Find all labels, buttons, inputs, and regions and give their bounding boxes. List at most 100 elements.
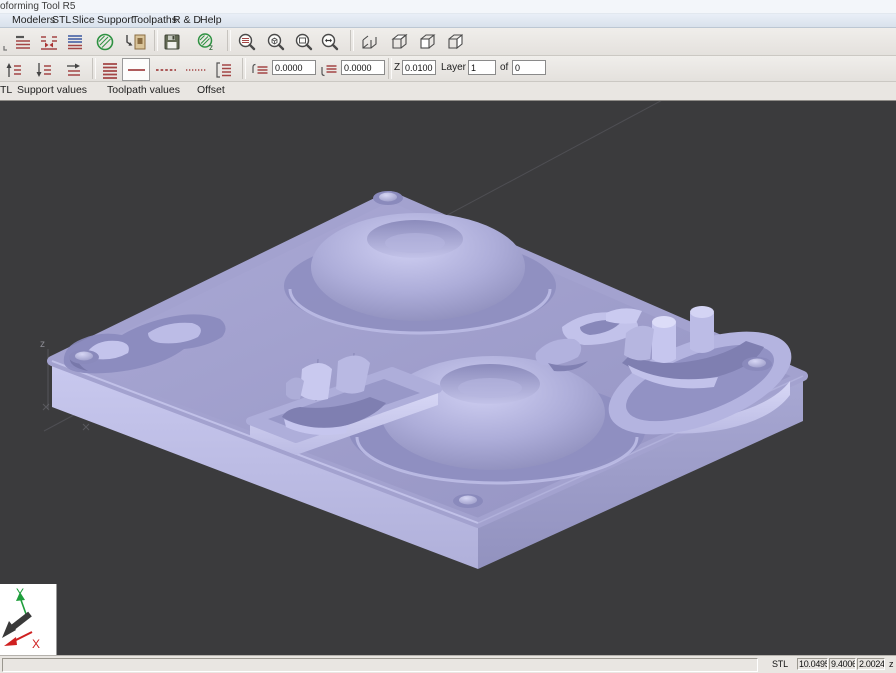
zoom-pan-icon: [320, 32, 340, 52]
send-to-machine-button[interactable]: [122, 30, 150, 53]
lines-bracket-icon: [214, 60, 234, 80]
view-cube-right-button[interactable]: [444, 30, 468, 53]
toolbar-separator: [350, 30, 354, 51]
toolbar-separator: [92, 58, 96, 79]
y-axis-label: Y: [16, 586, 24, 600]
machine-icon: [124, 32, 148, 52]
line-single-icon: [125, 60, 147, 80]
toolbar-separator: [242, 58, 246, 79]
bracket-bottom-lines-icon: [319, 60, 339, 80]
view-cube-front-icon: [417, 32, 439, 52]
lines-multi-button[interactable]: [98, 58, 122, 81]
layer-stack-icon: [65, 32, 85, 52]
offset-bottom-field[interactable]: [341, 60, 385, 75]
menu-slice[interactable]: Slice: [72, 14, 95, 27]
support-button[interactable]: [93, 30, 117, 53]
clipped-toolbar-button[interactable]: [0, 30, 10, 53]
axis-triad-overlay: Y X: [0, 584, 57, 655]
lines-bracket-button[interactable]: [212, 58, 236, 81]
menu-toolpaths[interactable]: Toolpaths: [132, 14, 177, 27]
view-cube-right-icon: [445, 32, 467, 52]
support-z-button[interactable]: z: [194, 30, 218, 53]
tab-support-values[interactable]: Support values: [17, 82, 87, 99]
offset-top-tool[interactable]: [249, 58, 271, 81]
status-axis-label: z: [889, 659, 893, 669]
z-suffix: z: [209, 43, 213, 52]
tab-toolpath-values[interactable]: Toolpath values: [107, 82, 180, 99]
menu-stl[interactable]: STL: [52, 14, 71, 27]
line-dashed-icon: [184, 60, 208, 80]
line-dashed-button[interactable]: [182, 58, 210, 81]
view-cube-top-icon: [389, 32, 411, 52]
layers-right-button[interactable]: [62, 58, 86, 81]
zoom-cube-icon: [266, 32, 286, 52]
layer-total-field[interactable]: [512, 60, 546, 75]
zoom-layers-button[interactable]: [235, 30, 259, 53]
mold-plate: [52, 191, 805, 569]
menu-help[interactable]: Help: [200, 14, 222, 27]
tab-offset[interactable]: Offset: [197, 82, 225, 99]
viewport-3d[interactable]: z: [0, 101, 896, 655]
menu-bar: Modelers STL Slice Support Toolpaths R &…: [0, 14, 896, 28]
slice-collapse-icon: [39, 32, 59, 52]
z-height-field[interactable]: [402, 60, 436, 75]
view-cube-open-icon: [359, 32, 381, 52]
slice-collapse-button[interactable]: [37, 30, 61, 53]
line-dotted-button[interactable]: [152, 58, 180, 81]
view-cube-open-button[interactable]: [358, 30, 382, 53]
stl-layers-icon: [13, 32, 33, 52]
line-dotted-icon: [154, 60, 178, 80]
toolbar-main: z: [0, 28, 896, 56]
window-title: oforming Tool R5: [0, 0, 75, 13]
save-button[interactable]: [160, 30, 184, 53]
toolbar-separator: [227, 30, 231, 51]
zoom-layers-icon: [237, 32, 257, 52]
offset-bottom-tool[interactable]: [318, 58, 340, 81]
toolbar-separator: [154, 30, 158, 51]
toolbar-separator: [388, 58, 392, 79]
window-titlebar: oforming Tool R5: [0, 0, 896, 14]
layers-down-icon: [34, 60, 54, 80]
toolbar-layers: Z Layer of: [0, 56, 896, 82]
layer-label: Layer: [441, 62, 466, 73]
bracket-top-lines-icon: [250, 60, 270, 80]
zoom-cube-button[interactable]: [264, 30, 288, 53]
offset-top-field[interactable]: [272, 60, 316, 75]
menu-support[interactable]: Support: [97, 14, 134, 27]
tab-bar: STL Support values Toolpath values Offse…: [0, 82, 896, 101]
status-mode-label: STL: [772, 659, 788, 669]
status-z-value: 2.0024: [857, 658, 885, 670]
z-label: Z: [394, 62, 400, 73]
view-cube-front-button[interactable]: [416, 30, 440, 53]
application-window: oforming Tool R5 Modelers STL Slice Supp…: [0, 0, 896, 672]
viewport-3d-scene[interactable]: z: [0, 101, 896, 655]
layers-down-button[interactable]: [32, 58, 56, 81]
zoom-pan-button[interactable]: [318, 30, 342, 53]
status-y-value: 9.4006: [829, 658, 856, 670]
of-label: of: [500, 62, 508, 73]
zoom-window-button[interactable]: [292, 30, 316, 53]
tab-stl[interactable]: STL: [0, 82, 12, 99]
menu-modelers[interactable]: Modelers: [12, 14, 55, 27]
layer-field[interactable]: [468, 60, 496, 75]
layers-right-icon: [64, 60, 84, 80]
layers-up-button[interactable]: [2, 58, 26, 81]
layer-stack-button[interactable]: [63, 30, 87, 53]
save-floppy-icon: [162, 32, 182, 52]
lines-multi-icon: [100, 60, 120, 80]
line-single-button[interactable]: [122, 58, 150, 81]
zoom-window-icon: [294, 32, 314, 52]
clipped-icon: [0, 32, 8, 52]
support-hatch-circle-icon: [95, 32, 115, 52]
support-z-icon: z: [196, 32, 216, 52]
x-axis-label: X: [32, 637, 40, 651]
status-message-panel: [2, 658, 758, 672]
status-bar: STL 10.0495 9.4006 2.0024 z: [0, 655, 896, 673]
menu-rnd[interactable]: R & D: [173, 14, 201, 27]
view-cube-top-button[interactable]: [388, 30, 412, 53]
z-axis-arrow: [12, 614, 30, 628]
status-x-value: 10.0495: [797, 658, 828, 670]
stl-layers-button[interactable]: [11, 30, 35, 53]
z-axis-label: z: [40, 339, 45, 350]
layers-up-icon: [4, 60, 24, 80]
